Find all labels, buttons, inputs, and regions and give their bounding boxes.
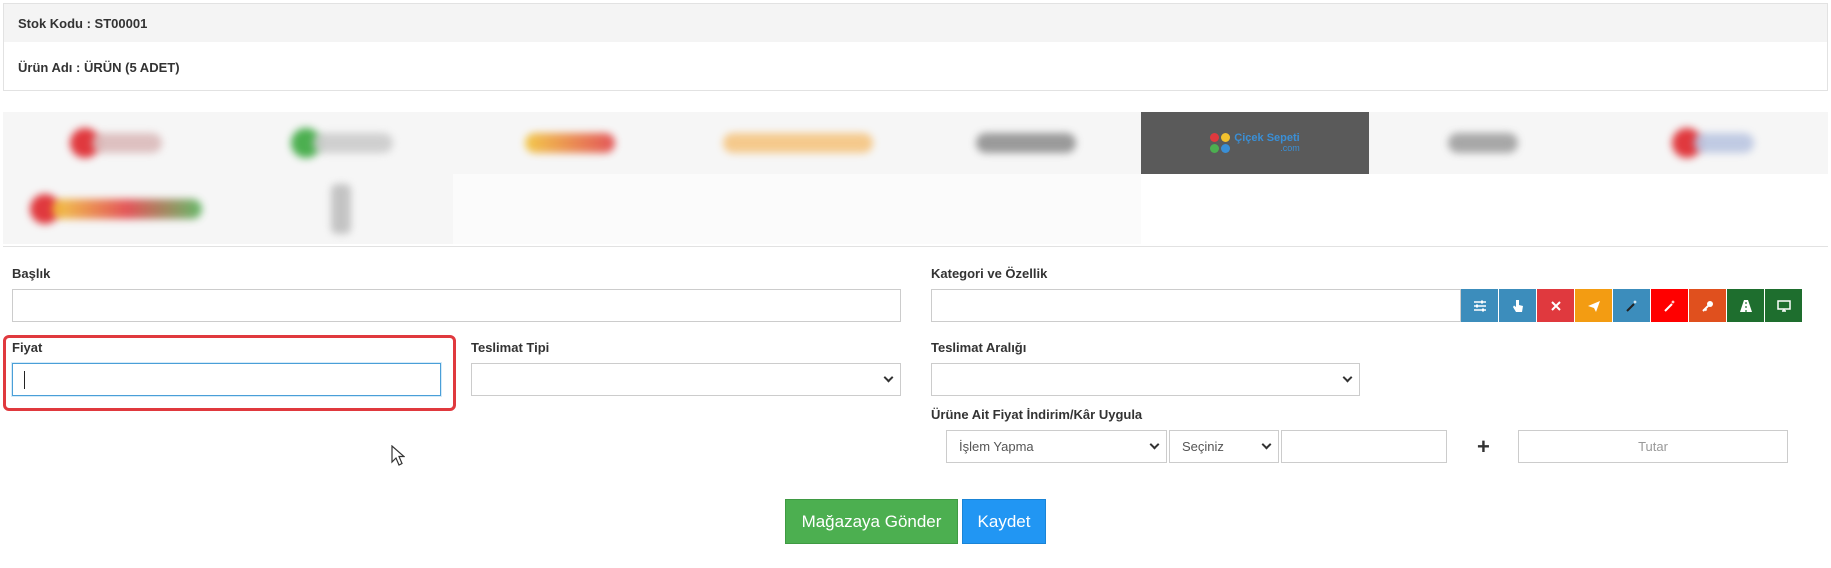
desktop-icon[interactable] [1765,289,1802,322]
store-tabs: Çiçek Sepeti .com [3,112,1828,244]
store-logo-text [51,199,202,219]
discount-amount-input[interactable] [1281,430,1447,463]
store-tab-8[interactable] [1597,112,1828,174]
chevron-down-icon [883,372,894,383]
magic-wand-icon[interactable] [1613,289,1650,322]
delivery-type-select[interactable] [471,363,901,396]
store-tab-3[interactable] [456,112,684,174]
text-caret [24,371,25,389]
store-logo-suffix: .com [1280,143,1300,153]
chevron-down-icon [1261,439,1272,450]
store-logo-text [313,133,393,153]
store-logo-text [1693,133,1754,153]
title-label: Başlık [12,266,51,281]
road-icon[interactable] [1727,289,1764,322]
discount-action-select[interactable]: İşlem Yapma [946,430,1167,463]
store-logo-text [91,133,162,153]
store-tab-10[interactable] [228,174,453,244]
store-tab-5[interactable] [912,112,1140,174]
delivery-range-select[interactable] [931,363,1360,396]
category-toolbar [1460,289,1802,322]
close-icon[interactable] [1537,289,1574,322]
discount-action-value: İşlem Yapma [959,439,1034,454]
store-logo [525,133,615,153]
store-logo [1448,133,1518,153]
paper-plane-icon[interactable] [1575,289,1612,322]
category-input[interactable] [931,289,1461,322]
store-logo [723,133,873,153]
chevron-down-icon [1149,439,1160,450]
store-tab-1[interactable] [3,112,228,174]
flower-icon [1210,133,1231,153]
send-to-store-button[interactable]: Mağazaya Gönder [785,499,958,544]
tabs-filler [453,174,1141,244]
store-tab-4[interactable] [684,112,912,174]
stock-code: Stok Kodu : ST00001 [4,4,1827,42]
tabs-filler-right [1141,174,1828,244]
amount-field[interactable]: Tutar [1518,430,1788,463]
discount-type-select[interactable]: Seçiniz [1169,430,1279,463]
chevron-down-icon [1342,372,1353,383]
sliders-icon[interactable] [1461,289,1498,322]
store-tab-ciceksepeti-active[interactable]: Çiçek Sepeti .com [1141,112,1369,174]
ciceksepeti-logo: Çiçek Sepeti .com [1210,133,1300,153]
store-logo [330,184,351,234]
discount-type-value: Seçiniz [1182,439,1224,454]
store-tab-7[interactable] [1369,112,1597,174]
price-input[interactable] [12,363,441,396]
mouse-cursor-icon [391,445,405,466]
price-label: Fiyat [12,340,43,355]
delivery-range-label: Teslimat Aralığı [931,340,1027,355]
store-tab-2[interactable] [228,112,456,174]
plus-icon[interactable]: + [1477,434,1490,460]
save-button[interactable]: Kaydet [962,499,1046,544]
product-name: Ürün Adı : ÜRÜN (5 ADET) [18,59,180,75]
title-input[interactable] [12,289,901,322]
key-icon[interactable] [1689,289,1726,322]
store-logo [976,133,1076,153]
delivery-type-label: Teslimat Tipi [471,340,550,355]
store-tab-9[interactable] [3,174,228,244]
product-info-panel: Stok Kodu : ST00001 Ürün Adı : ÜRÜN (5 A… [3,3,1828,91]
category-label: Kategori ve Özellik [931,266,1048,281]
magic-wand-alt-icon[interactable] [1651,289,1688,322]
hand-pointer-icon[interactable] [1499,289,1536,322]
discount-label: Ürüne Ait Fiyat İndirim/Kâr Uygula [931,407,1143,422]
